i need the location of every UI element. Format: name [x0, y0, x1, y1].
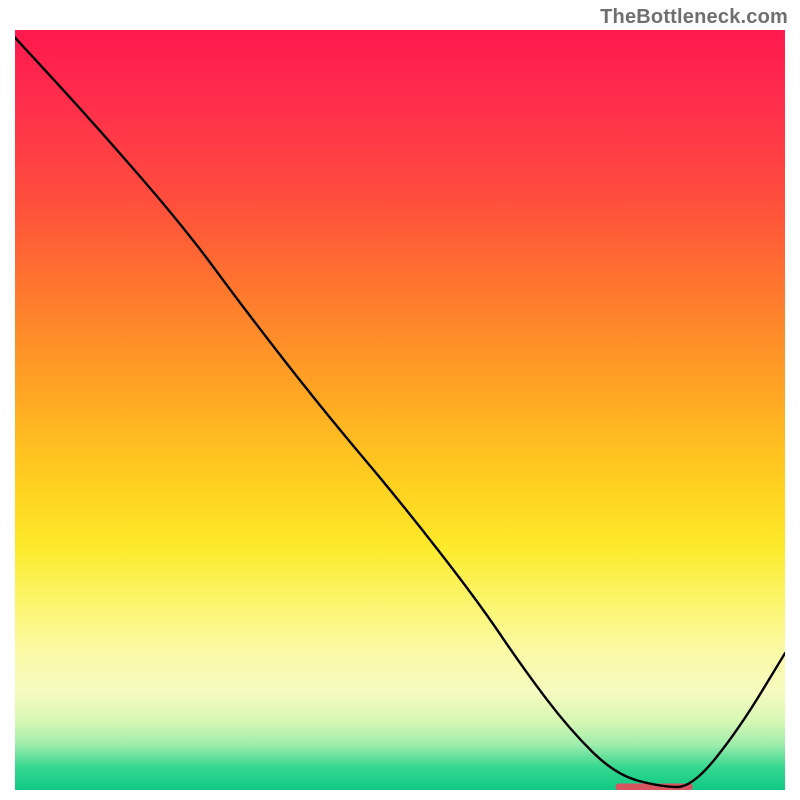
plot-area — [15, 30, 785, 790]
chart-svg — [15, 30, 785, 790]
curve-line — [15, 38, 785, 787]
bottom-margin — [0, 790, 800, 800]
watermark: TheBottleneck.com — [600, 6, 788, 29]
left-margin — [0, 0, 15, 800]
